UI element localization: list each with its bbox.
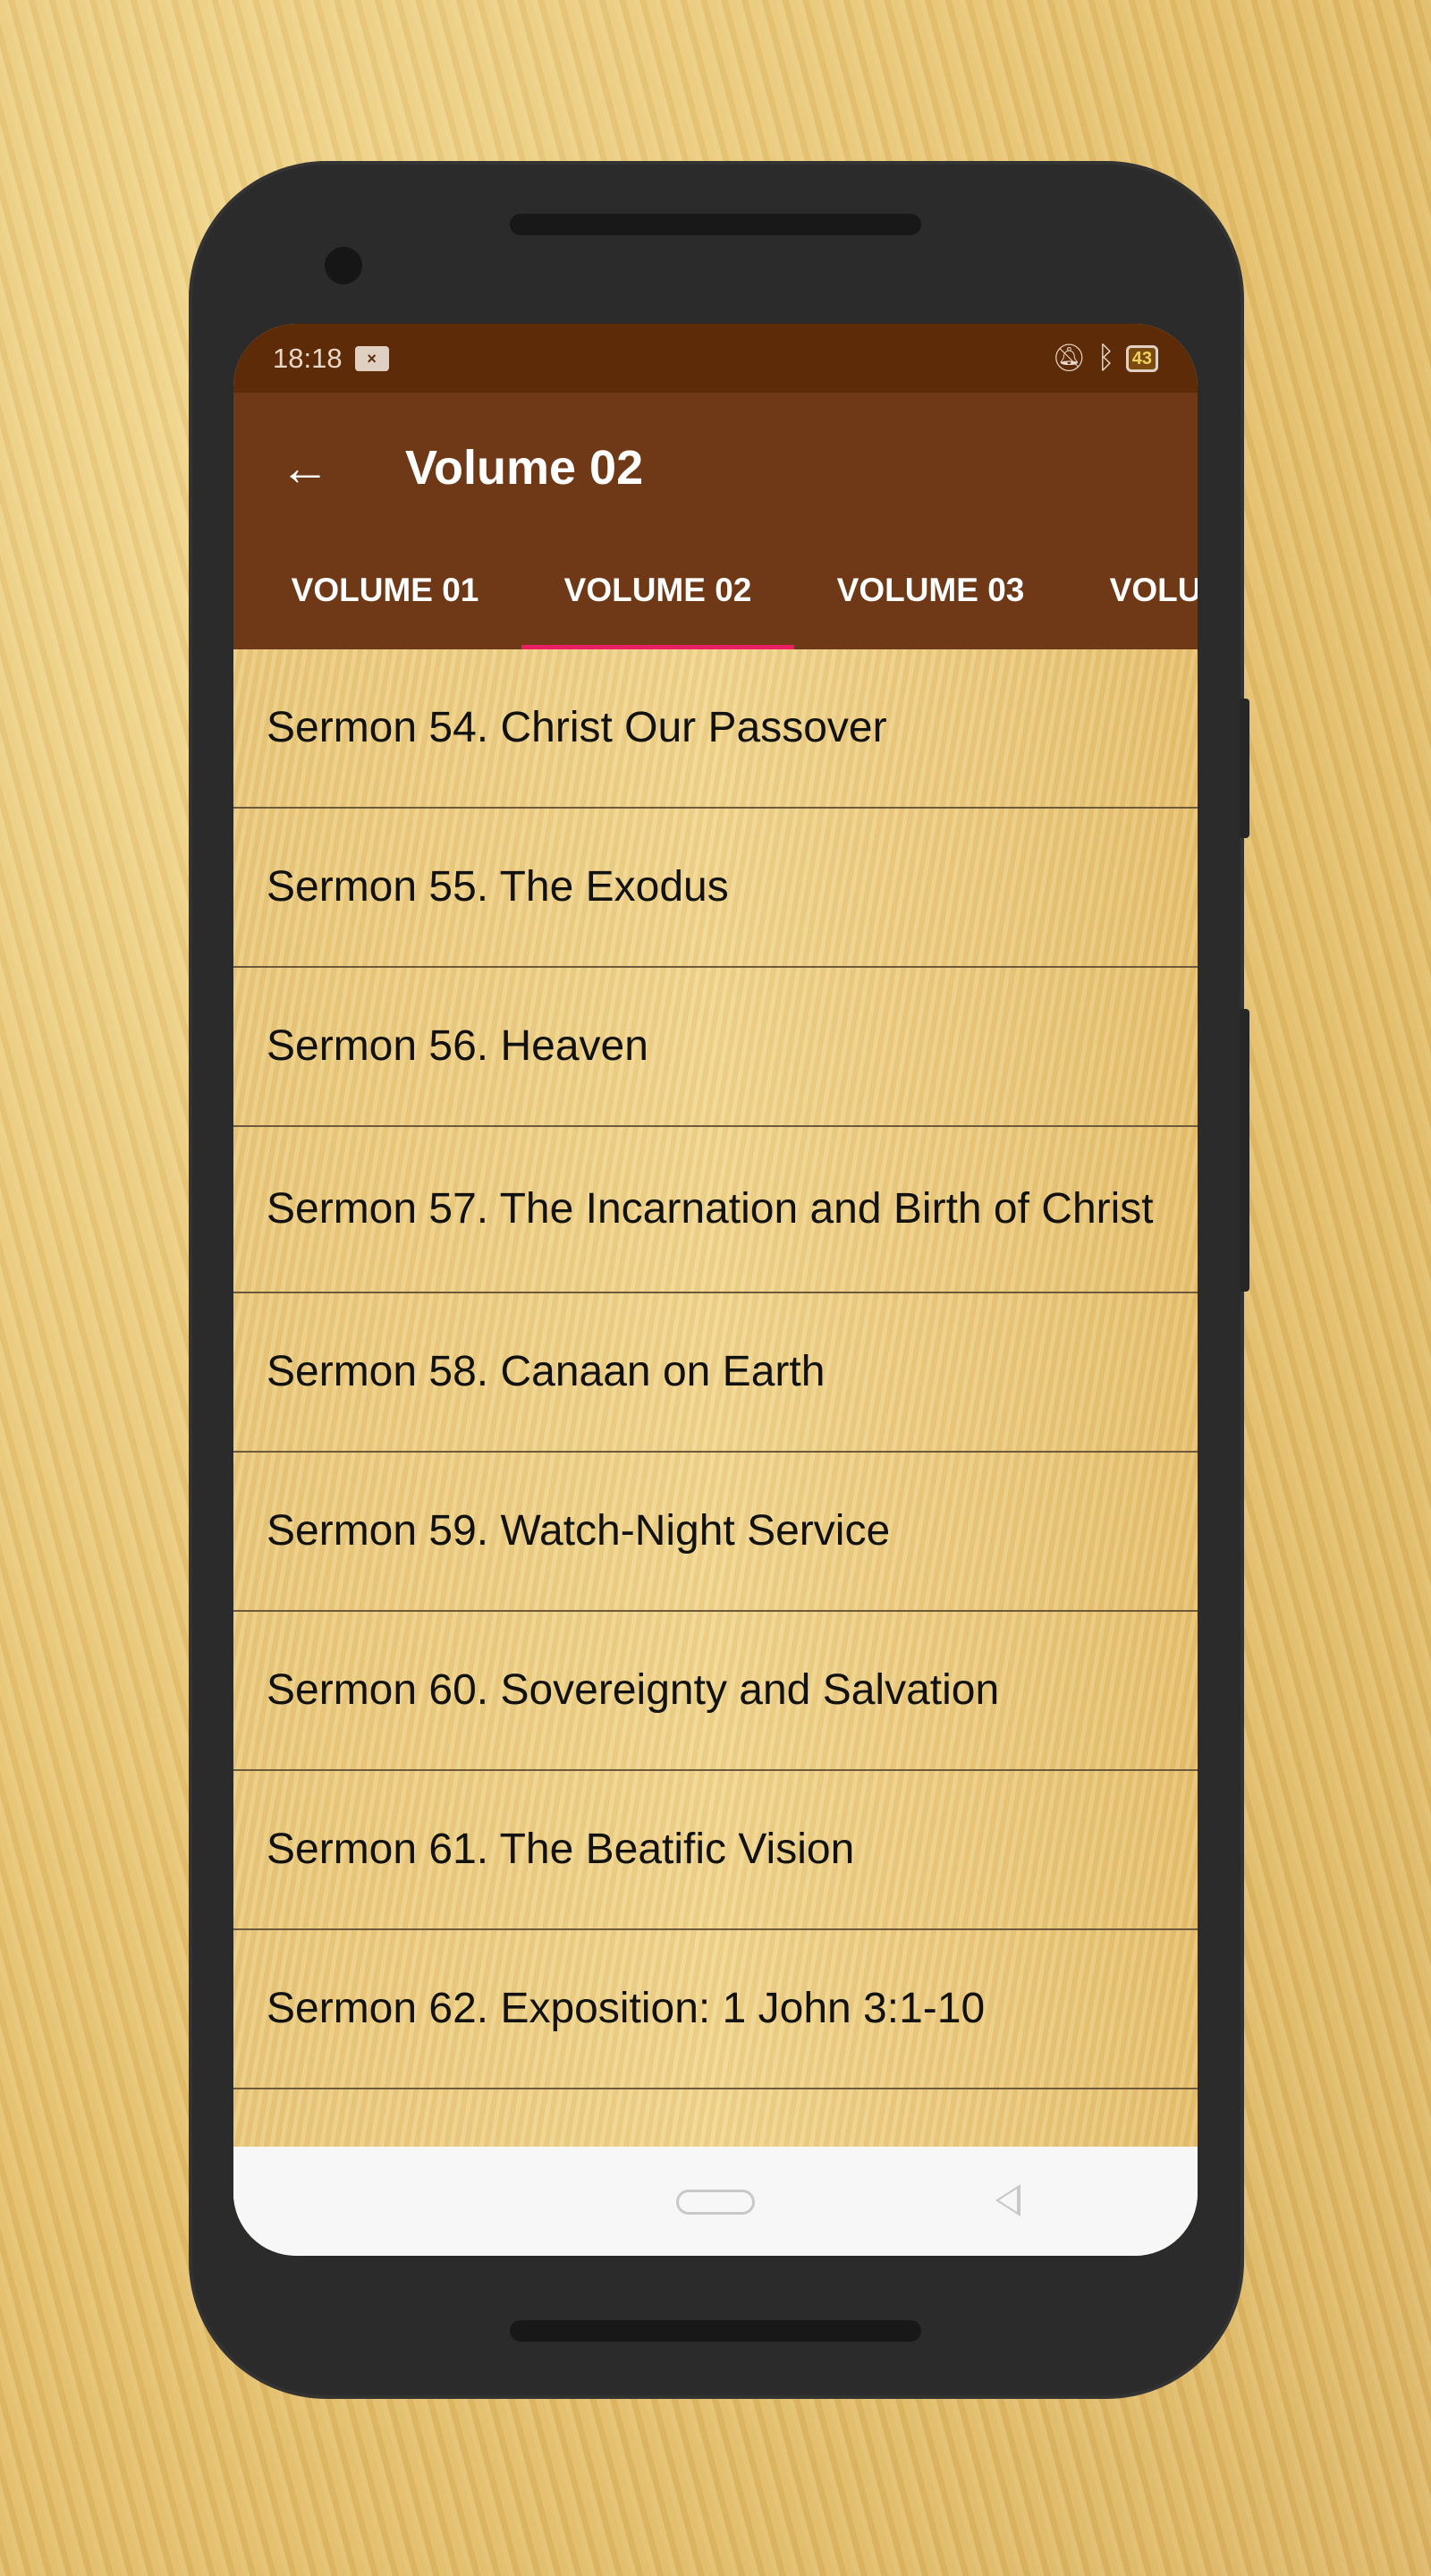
app-bar: ← Volume 02 xyxy=(233,393,1198,542)
vibrate-off-icon: 🔕︎ xyxy=(1052,343,1087,373)
sermon-list: Sermon 54. Christ Our Passover Sermon 55… xyxy=(233,649,1198,2249)
tab-volume-01[interactable]: VOLUME 01 xyxy=(249,542,521,649)
volume-button xyxy=(1240,1009,1249,1292)
list-item[interactable]: Sermon 61. The Beatific Vision xyxy=(233,1771,1198,1930)
tab-volume-02[interactable]: VOLUME 02 xyxy=(521,542,794,649)
volume-tabs: VOLUME 01 VOLUME 02 VOLUME 03 VOLUME 04 xyxy=(233,542,1198,649)
home-button[interactable] xyxy=(676,2190,755,2215)
list-item[interactable]: Sermon 55. The Exodus xyxy=(233,809,1198,968)
list-item[interactable]: Sermon 58. Canaan on Earth xyxy=(233,1293,1198,1453)
status-bar: 18:18 × 🔕︎ ᛒ 43 xyxy=(233,324,1198,393)
list-item[interactable]: Sermon 54. Christ Our Passover xyxy=(233,649,1198,809)
list-item[interactable]: Sermon 56. Heaven xyxy=(233,968,1198,1127)
list-item[interactable]: Sermon 57. The Incarnation and Birth of … xyxy=(233,1127,1198,1293)
list-item[interactable]: Sermon 59. Watch-Night Service xyxy=(233,1453,1198,1612)
status-time: 18:18 xyxy=(273,342,343,374)
top-speaker xyxy=(510,214,921,235)
tab-volume-03[interactable]: VOLUME 03 xyxy=(794,542,1067,649)
bluetooth-icon: ᛒ xyxy=(1097,341,1115,375)
navigation-bar xyxy=(233,2147,1198,2256)
tab-volume-04[interactable]: VOLUME 04 xyxy=(1067,542,1198,649)
list-item[interactable]: Sermon 60. Sovereignty and Salvation xyxy=(233,1612,1198,1771)
front-camera xyxy=(325,247,362,284)
back-triangle-icon[interactable] xyxy=(995,2184,1020,2216)
list-item[interactable]: Sermon 62. Exposition: 1 John 3:1-10 xyxy=(233,1930,1198,2089)
power-button xyxy=(1240,699,1249,838)
screen: 18:18 × 🔕︎ ᛒ 43 ← Volume 02 VOLUME 01 VO… xyxy=(233,324,1198,2256)
page-title: Volume 02 xyxy=(405,440,644,495)
bottom-speaker xyxy=(510,2320,921,2342)
x-box-icon: × xyxy=(354,345,389,371)
battery-icon: 43 xyxy=(1125,344,1158,372)
arrow-left-icon[interactable]: ← xyxy=(280,438,334,496)
